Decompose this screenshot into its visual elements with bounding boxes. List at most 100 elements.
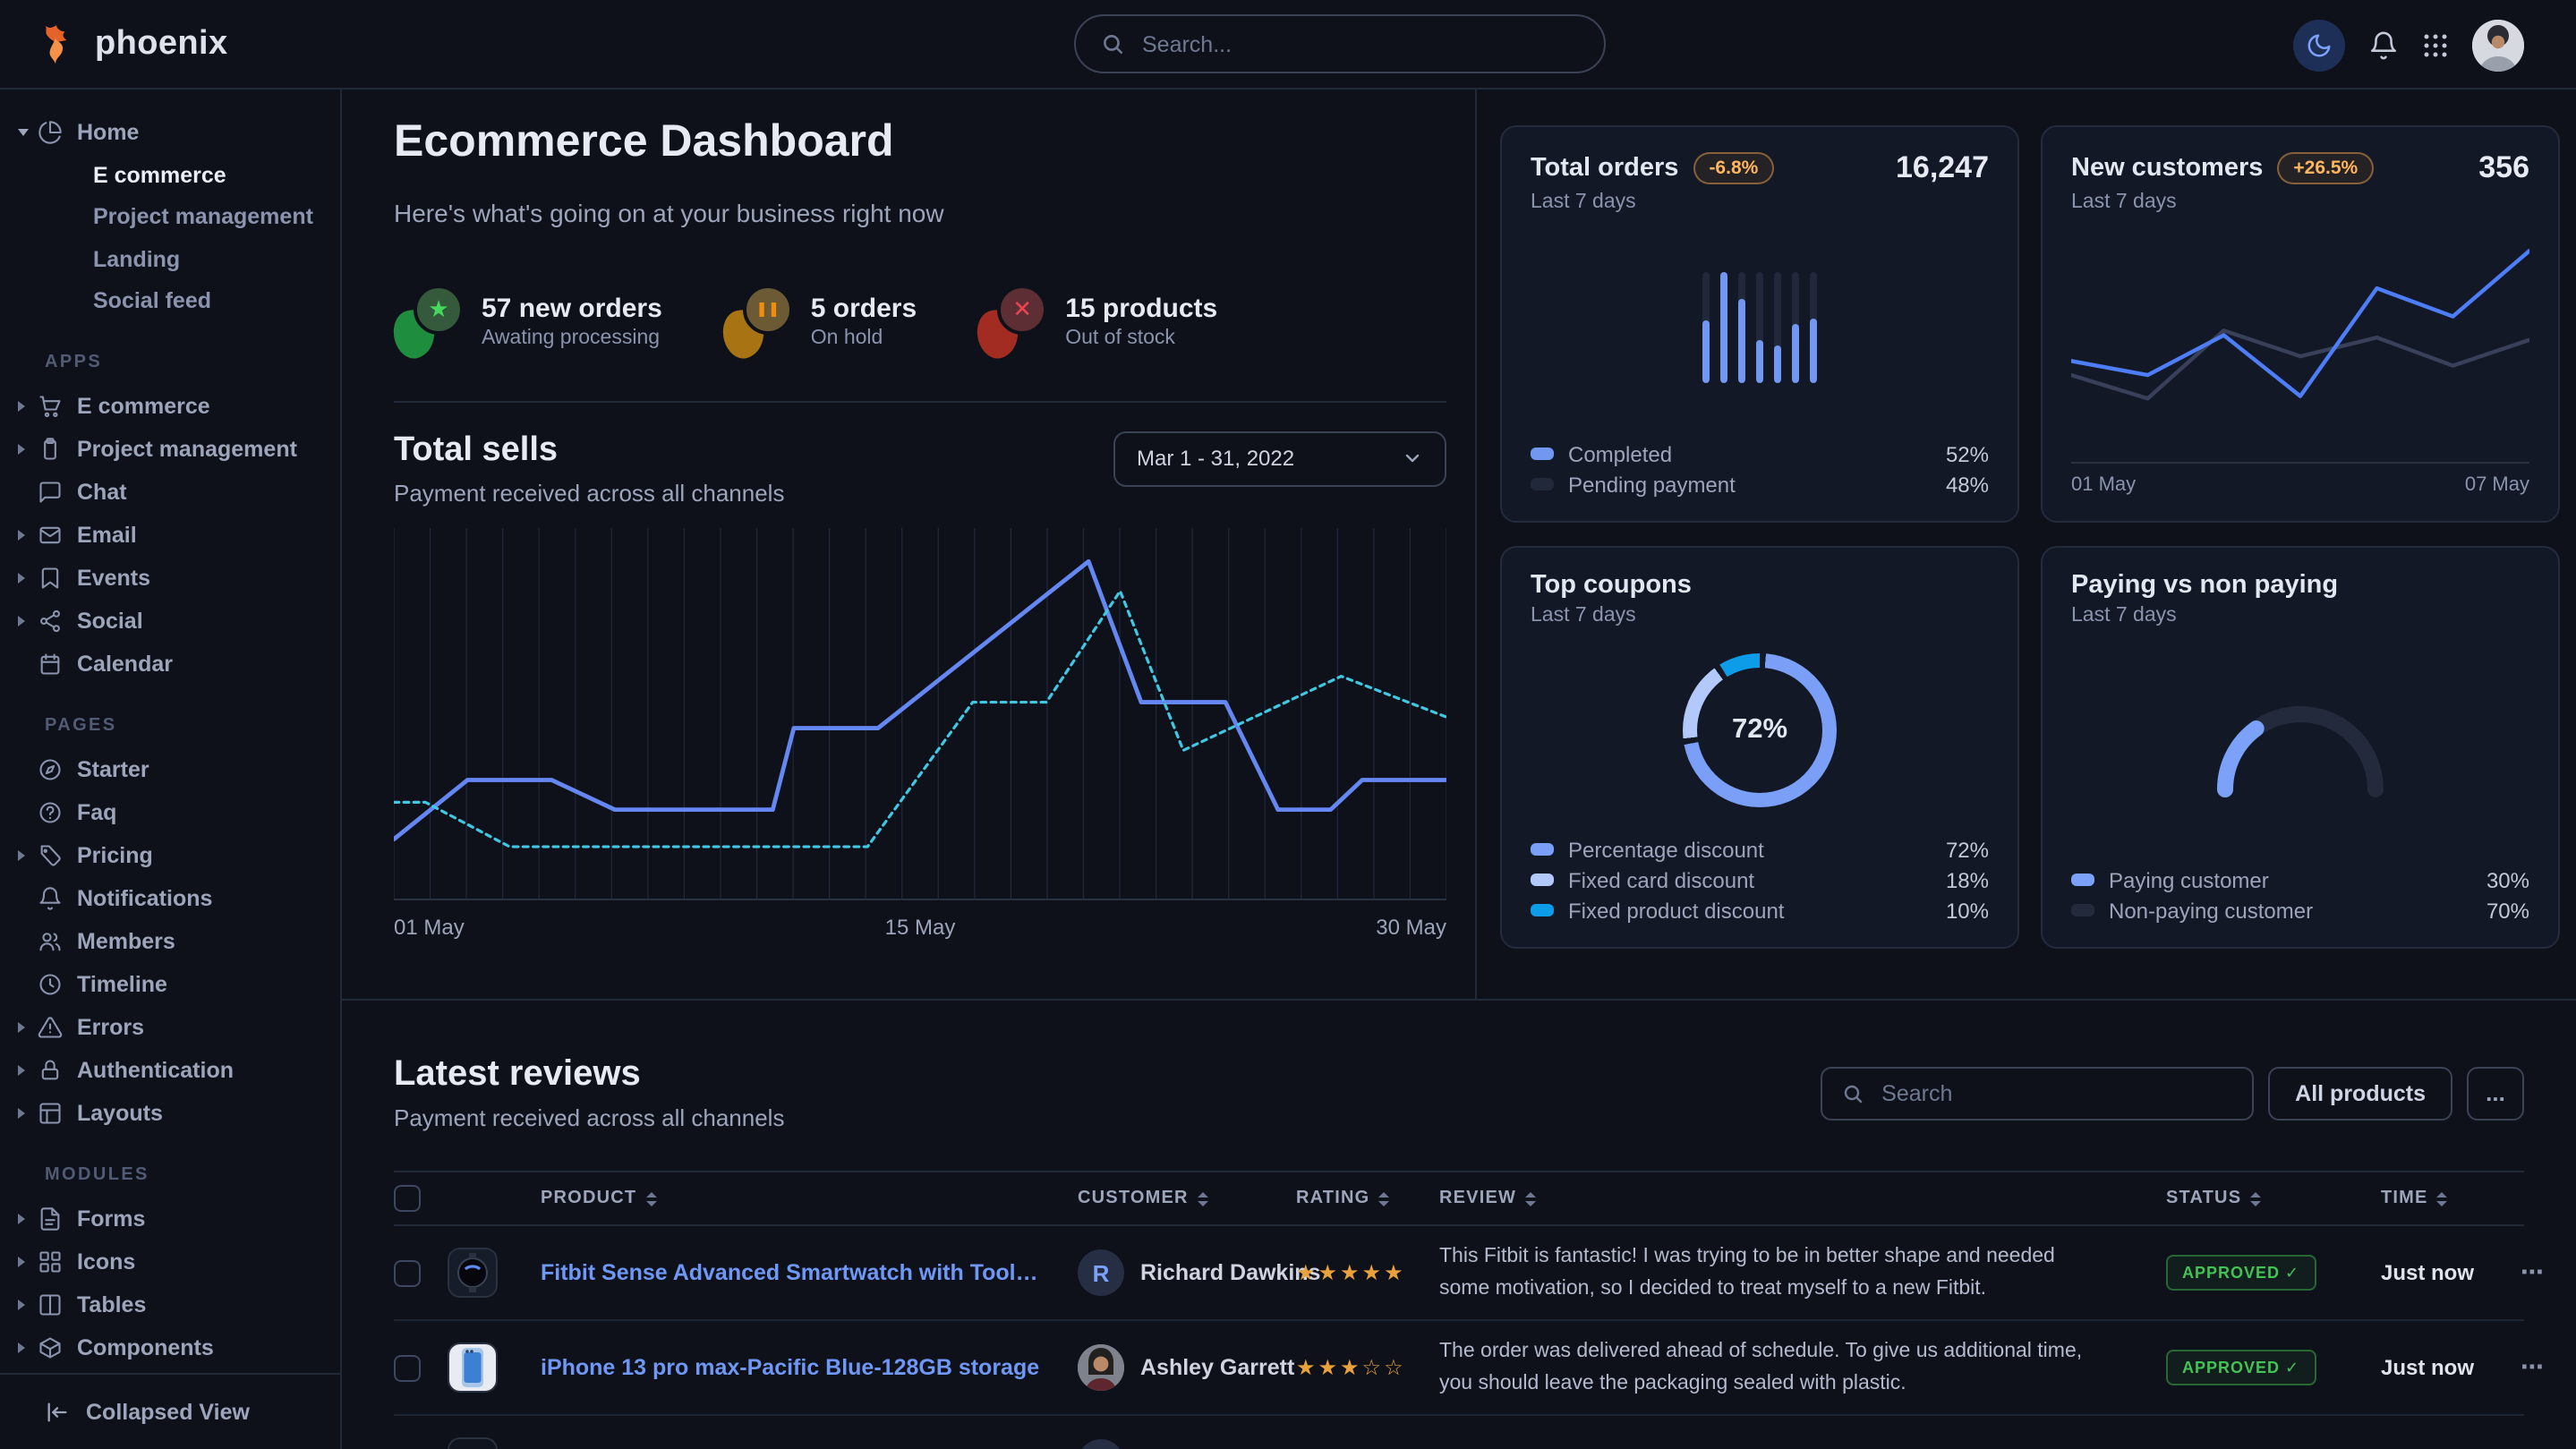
product-thumb-cell — [448, 1248, 541, 1298]
sidebar-section-label: APPS — [45, 353, 340, 372]
product-link[interactable]: iPhone 13 pro max-Pacific Blue-128GB sto… — [541, 1355, 1078, 1380]
sidebar-subitem-e-commerce[interactable]: E commerce — [0, 154, 340, 196]
rating-stars: ★★★★★ — [1296, 1260, 1439, 1285]
global-search-input[interactable] — [1139, 30, 1579, 58]
sidebar-subitem-social-feed[interactable]: Social feed — [0, 280, 340, 322]
product-link[interactable]: Fitbit Sense Advanced Smartwatch with To… — [541, 1260, 1078, 1285]
sidebar-item-calendar[interactable]: Calendar — [0, 643, 340, 686]
sidebar-item-layouts[interactable]: Layouts — [0, 1092, 340, 1135]
sidebar-item-chat[interactable]: Chat — [0, 471, 340, 514]
legend-value: 30% — [2486, 867, 2529, 892]
sidebar-item-label: Project management — [77, 437, 297, 462]
x-label: 01 May — [2071, 474, 2136, 496]
sidebar-item-label: Pricing — [77, 843, 153, 868]
sidebar-item-label: Tables — [77, 1292, 146, 1317]
bar-completed — [1702, 320, 1710, 383]
column-header-customer[interactable]: CUSTOMER — [1078, 1189, 1296, 1208]
sidebar-subitem-landing[interactable]: Landing — [0, 238, 340, 280]
sort-icon — [1378, 1191, 1389, 1206]
reviews-search-input[interactable] — [1878, 1078, 2232, 1107]
stats-divider — [394, 401, 1446, 403]
notifications-button[interactable] — [2368, 30, 2399, 60]
row-checkbox[interactable] — [394, 1354, 421, 1381]
sidebar-item-members[interactable]: Members — [0, 920, 340, 963]
total-orders-card: Total orders -6.8% 16,247 Last 7 days Co… — [1500, 125, 2019, 523]
total-sells-x-axis: 01 May 15 May 30 May — [394, 915, 1446, 940]
sidebar-item-tables[interactable]: Tables — [0, 1283, 340, 1326]
sidebar-item-e-commerce[interactable]: E commerce — [0, 385, 340, 428]
sidebar-item-icons[interactable]: Icons — [0, 1240, 340, 1283]
sidebar-item-label: Notifications — [77, 886, 212, 911]
column-header-time[interactable]: TIME — [2381, 1189, 2521, 1208]
all-products-button[interactable]: All products — [2268, 1066, 2452, 1120]
column-header-product[interactable]: PRODUCT — [541, 1189, 1078, 1208]
stat-star-icon: ★ — [394, 285, 464, 358]
caret-down-icon — [18, 129, 38, 136]
sidebar-item-events[interactable]: Events — [0, 557, 340, 600]
caret-right-icon — [18, 1108, 38, 1119]
sidebar-subitem-project-management[interactable]: Project management — [0, 196, 340, 238]
row-checkbox[interactable] — [394, 1259, 421, 1286]
sidebar-item-authentication[interactable]: Authentication — [0, 1049, 340, 1092]
reviews-search[interactable] — [1821, 1066, 2254, 1120]
sidebar-item-errors[interactable]: Errors — [0, 1006, 340, 1049]
legend-value: 48% — [1946, 472, 1989, 497]
sidebar-item-faq[interactable]: Faq — [0, 791, 340, 834]
card-title: Total orders — [1531, 154, 1678, 183]
new-customers-line-chart — [2071, 227, 2529, 464]
dashboard-left-column: Ecommerce Dashboard Here's what's going … — [394, 89, 1446, 940]
date-range-value: Mar 1 - 31, 2022 — [1137, 447, 1294, 472]
legend-label: Fixed product discount — [1568, 898, 1784, 923]
select-all-checkbox[interactable] — [394, 1185, 421, 1212]
column-header-status[interactable]: STATUS — [2166, 1189, 2381, 1208]
sidebar-item-starter[interactable]: Starter — [0, 748, 340, 791]
stat-label: Out of stock — [1065, 328, 1217, 349]
column-header-rating[interactable]: RATING — [1296, 1189, 1439, 1208]
column-header-review[interactable]: REVIEW — [1439, 1189, 2166, 1208]
glyph-circle: ❚❚ — [743, 285, 793, 335]
sidebar-item-notifications[interactable]: Notifications — [0, 877, 340, 920]
bar-group — [1756, 268, 1764, 383]
more-options-button[interactable]: ... — [2467, 1066, 2524, 1120]
stat-on-hold: ❚❚5 ordersOn hold — [723, 285, 917, 358]
table-row-partial — [394, 1416, 2524, 1449]
sidebar-item-project-management[interactable]: Project management — [0, 428, 340, 471]
legend-swatch — [2071, 874, 2094, 886]
legend-swatch — [1531, 447, 1554, 460]
sidebar-item-email[interactable]: Email — [0, 514, 340, 557]
apps-menu-button[interactable] — [2422, 31, 2449, 58]
table-row: iPhone 13 pro max-Pacific Blue-128GB sto… — [394, 1321, 2524, 1416]
row-actions-button[interactable]: ⋯ — [2521, 1258, 2544, 1287]
alert-triangle-icon — [38, 1014, 64, 1041]
bar-group — [1702, 268, 1710, 383]
product-thumbnail — [448, 1248, 498, 1298]
legend-swatch — [2071, 904, 2094, 916]
sidebar-item-social[interactable]: Social — [0, 600, 340, 643]
product-thumb-cell — [448, 1342, 541, 1393]
package-icon — [38, 1334, 64, 1361]
table-body: Fitbit Sense Advanced Smartwatch with To… — [394, 1226, 2524, 1449]
layout-icon — [38, 1100, 64, 1127]
sort-icon — [645, 1191, 656, 1206]
pie-chart-icon — [38, 119, 64, 146]
paying-legend: Paying customer30%Non-paying customer70% — [2071, 865, 2529, 925]
sidebar-item-home[interactable]: Home — [0, 111, 340, 154]
sidebar-item-timeline[interactable]: Timeline — [0, 963, 340, 1006]
total-sells-chart — [394, 528, 1446, 900]
user-avatar[interactable] — [2472, 19, 2524, 71]
review-time: Just now — [2381, 1355, 2521, 1380]
caret-right-icon — [18, 1022, 38, 1033]
x-label: 01 May — [394, 915, 465, 940]
collapsed-view-toggle[interactable]: Collapsed View — [0, 1373, 340, 1449]
date-range-select[interactable]: Mar 1 - 31, 2022 — [1113, 431, 1446, 487]
sidebar-item-forms[interactable]: Forms — [0, 1198, 340, 1240]
global-search[interactable] — [1074, 14, 1606, 73]
sidebar-item-pricing[interactable]: Pricing — [0, 834, 340, 877]
product-thumbnail — [448, 1437, 498, 1449]
brand-logo[interactable]: phoenix — [0, 21, 342, 67]
sidebar-item-components[interactable]: Components — [0, 1326, 340, 1369]
theme-toggle-button[interactable] — [2293, 19, 2345, 71]
stat-value: 5 orders — [811, 294, 917, 326]
sort-icon — [1198, 1191, 1208, 1206]
row-actions-button[interactable]: ⋯ — [2521, 1353, 2544, 1382]
